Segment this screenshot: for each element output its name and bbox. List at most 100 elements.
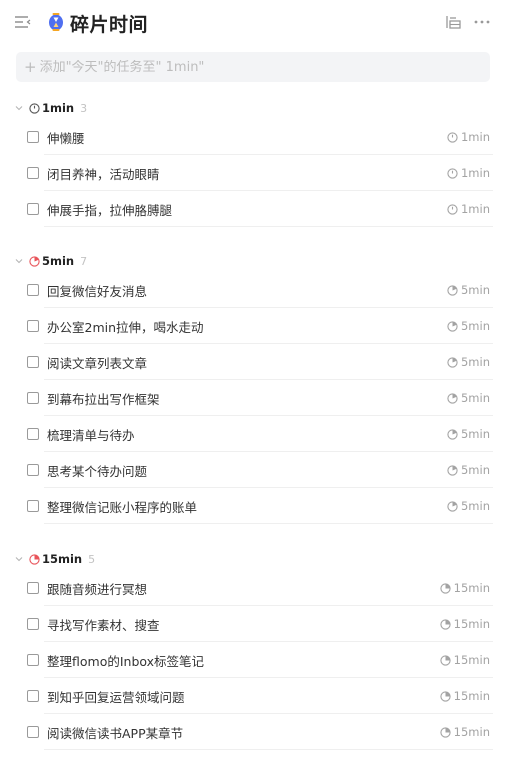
task-checkbox[interactable] — [27, 654, 39, 666]
row-divider — [44, 749, 493, 750]
clock-icon — [447, 464, 458, 476]
task-title[interactable]: 伸懒腰 — [47, 128, 85, 147]
task-duration: 15min — [440, 617, 490, 631]
task-duration-label: 5min — [460, 427, 490, 441]
task-title[interactable]: 跟随音频进行冥想 — [47, 579, 147, 598]
section-title: 15min — [42, 552, 83, 566]
sort-icon[interactable] — [445, 13, 463, 31]
task-row[interactable]: 整理flomo的Inbox标签笔记 15min — [0, 642, 507, 678]
task-checkbox[interactable] — [27, 428, 39, 440]
section-1min: 1min 3 伸懒腰 1min 闭目养神，活动眼睛 1min 伸展手指，拉伸胳膊腿 1min — [0, 97, 507, 227]
task-checkbox[interactable] — [27, 131, 39, 143]
task-row[interactable]: 闭目养神，活动眼睛 1min — [0, 155, 507, 191]
task-checkbox[interactable] — [27, 500, 39, 512]
task-row[interactable]: 梳理清单与待办 5min — [0, 416, 507, 452]
section-header[interactable]: 5min 7 — [0, 250, 507, 272]
chevron-down-icon[interactable] — [15, 257, 23, 265]
task-checkbox[interactable] — [27, 356, 39, 368]
task-title[interactable]: 伸展手指，拉伸胳膊腿 — [47, 200, 172, 219]
task-title[interactable]: 到幕布拉出写作框架 — [47, 389, 160, 408]
task-duration-label: 15min — [453, 725, 490, 739]
task-title[interactable]: 到知乎回复运营领域问题 — [47, 687, 185, 706]
task-row[interactable]: 阅读微信读书APP某章节 15min — [0, 714, 507, 750]
task-checkbox[interactable] — [27, 618, 39, 630]
task-duration: 5min — [447, 355, 490, 369]
task-row[interactable]: 到幕布拉出写作框架 5min — [0, 380, 507, 416]
section-count: 7 — [80, 254, 88, 268]
section-header[interactable]: 1min 3 — [0, 97, 507, 119]
task-row[interactable]: 回复微信好友消息 5min — [0, 272, 507, 308]
task-title[interactable]: 阅读文章列表文章 — [47, 353, 147, 372]
task-title[interactable]: 办公室2min拉伸，喝水走动 — [47, 317, 204, 336]
section-header[interactable]: 15min 5 — [0, 548, 507, 570]
section-5min: 5min 7 回复微信好友消息 5min 办公室2min拉伸，喝水走动 5min 阅读文章列… — [0, 250, 507, 524]
plus-icon: + — [24, 57, 37, 76]
task-checkbox[interactable] — [27, 284, 39, 296]
row-divider — [44, 523, 493, 524]
task-duration-label: 1min — [460, 166, 490, 180]
clock-icon — [447, 356, 458, 368]
task-title[interactable]: 思考某个待办问题 — [47, 461, 147, 480]
task-title[interactable]: 梳理清单与待办 — [47, 425, 135, 444]
app-page: 碎片时间 + 1min 3 伸懒腰 1min 闭目养神，活动眼睛 1min 伸展手指，拉伸胳… — [0, 0, 507, 760]
clock-icon — [440, 654, 451, 666]
task-checkbox[interactable] — [27, 464, 39, 476]
task-row[interactable]: 办公室2min拉伸，喝水走动 5min — [0, 308, 507, 344]
clock-icon — [447, 167, 458, 179]
task-checkbox[interactable] — [27, 203, 39, 215]
task-title[interactable]: 寻找写作素材、搜查 — [47, 615, 160, 634]
task-title[interactable]: 阅读微信读书APP某章节 — [47, 723, 183, 742]
task-title[interactable]: 整理微信记账小程序的账单 — [47, 497, 197, 516]
task-row[interactable]: 阅读文章列表文章 5min — [0, 344, 507, 380]
task-title[interactable]: 整理flomo的Inbox标签笔记 — [47, 651, 204, 670]
task-checkbox[interactable] — [27, 690, 39, 702]
task-duration-label: 5min — [460, 355, 490, 369]
task-duration: 15min — [440, 689, 490, 703]
task-duration: 5min — [447, 463, 490, 477]
section-15min: 15min 5 跟随音频进行冥想 15min 寻找写作素材、搜查 15min 整理flomo… — [0, 548, 507, 750]
task-duration: 5min — [447, 499, 490, 513]
task-row[interactable]: 整理微信记账小程序的账单 5min — [0, 488, 507, 524]
task-duration-label: 15min — [453, 689, 490, 703]
task-row[interactable]: 到知乎回复运营领域问题 15min — [0, 678, 507, 714]
task-row[interactable]: 伸懒腰 1min — [0, 119, 507, 155]
clock-icon — [447, 284, 458, 296]
clock-icon — [29, 102, 40, 114]
task-title[interactable]: 闭目养神，活动眼睛 — [47, 164, 160, 183]
task-checkbox[interactable] — [27, 726, 39, 738]
header: 碎片时间 — [0, 0, 507, 44]
section-count: 5 — [88, 552, 96, 566]
add-task-input[interactable] — [39, 59, 490, 75]
task-checkbox[interactable] — [27, 582, 39, 594]
task-row[interactable]: 伸展手指，拉伸胳膊腿 1min — [0, 191, 507, 227]
task-duration: 5min — [447, 283, 490, 297]
hamburger-menu-icon[interactable] — [14, 15, 32, 29]
add-task-bar[interactable]: + — [16, 52, 490, 82]
section-count: 3 — [80, 101, 88, 115]
task-duration-label: 15min — [453, 581, 490, 595]
task-duration: 5min — [447, 319, 490, 333]
row-divider — [44, 226, 493, 227]
task-duration: 1min — [447, 130, 490, 144]
task-row[interactable]: 寻找写作素材、搜查 15min — [0, 606, 507, 642]
section-title: 1min — [42, 101, 75, 115]
task-title[interactable]: 回复微信好友消息 — [47, 281, 147, 300]
task-row[interactable]: 思考某个待办问题 5min — [0, 452, 507, 488]
clock-icon — [440, 618, 451, 630]
more-icon[interactable] — [473, 13, 491, 31]
task-checkbox[interactable] — [27, 320, 39, 332]
task-duration-label: 5min — [460, 391, 490, 405]
clock-icon — [447, 392, 458, 404]
task-checkbox[interactable] — [27, 392, 39, 404]
clock-icon — [447, 131, 458, 143]
task-duration: 5min — [447, 391, 490, 405]
task-duration-label: 5min — [460, 499, 490, 513]
task-duration: 5min — [447, 427, 490, 441]
task-checkbox[interactable] — [27, 167, 39, 179]
section-title: 5min — [42, 254, 75, 268]
chevron-down-icon[interactable] — [15, 104, 23, 112]
task-duration-label: 5min — [460, 283, 490, 297]
hourglass-icon — [49, 13, 63, 31]
chevron-down-icon[interactable] — [15, 555, 23, 563]
task-row[interactable]: 跟随音频进行冥想 15min — [0, 570, 507, 606]
